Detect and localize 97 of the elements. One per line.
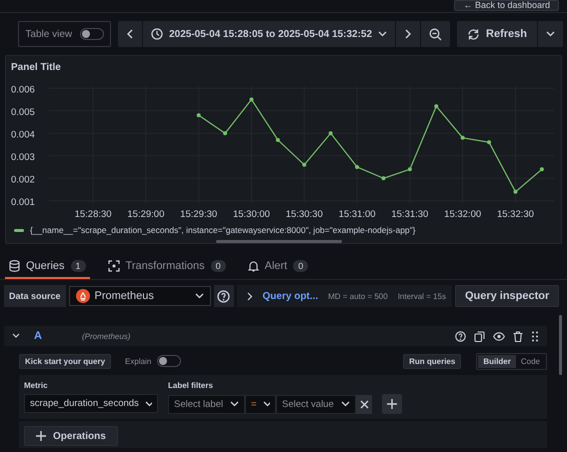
data-source-picker[interactable]: Prometheus xyxy=(68,286,211,306)
chevron-down-icon xyxy=(230,401,239,407)
plus-icon xyxy=(387,399,397,409)
remove-filter-button[interactable] xyxy=(356,394,372,414)
previous-range-button[interactable] xyxy=(118,21,142,47)
x-axis-label: 15:28:30 xyxy=(74,209,112,220)
clock-icon xyxy=(151,28,164,40)
help-icon[interactable] xyxy=(455,330,466,342)
data-point xyxy=(223,131,228,136)
transform-icon xyxy=(108,260,120,272)
query-inspector-button[interactable]: Query inspector xyxy=(454,285,560,307)
y-axis-label: 0.001 xyxy=(11,196,35,208)
data-point xyxy=(460,136,465,140)
y-axis-label: 0.003 xyxy=(11,152,35,163)
data-point xyxy=(487,140,492,144)
help-icon xyxy=(217,290,230,302)
operator-select[interactable]: = xyxy=(245,394,276,414)
next-range-button[interactable] xyxy=(396,21,420,47)
y-axis-label: 0.002 xyxy=(11,174,35,186)
zoom-out-icon xyxy=(429,28,442,40)
data-point xyxy=(196,113,201,118)
horizontal-scrollbar[interactable] xyxy=(216,240,342,243)
data-point xyxy=(249,98,254,102)
refresh-interval-dropdown[interactable] xyxy=(538,21,563,47)
x-axis-label: 15:29:00 xyxy=(127,209,164,220)
data-point xyxy=(540,167,544,172)
legend-label[interactable]: {__name__="scrape_duration_seconds", instance="gatewayservice:8000", job="example-nodejs-app"} xyxy=(30,225,416,235)
refresh-button[interactable]: Refresh xyxy=(457,21,537,47)
vertical-scrollbar[interactable] xyxy=(559,315,562,375)
copy-icon[interactable] xyxy=(474,330,485,342)
table-view-toggle[interactable]: Table view xyxy=(18,21,112,47)
x-axis-label: 15:31:30 xyxy=(391,209,428,220)
data-point xyxy=(408,167,412,172)
chevron-down-icon xyxy=(546,31,555,37)
chevron-left-icon xyxy=(126,29,134,39)
data-point xyxy=(355,165,360,169)
interval-text: Interval = 15s xyxy=(398,292,446,300)
mode-tab[interactable]: Code xyxy=(516,354,545,368)
data-source-label: Data source xyxy=(4,285,66,307)
mode-tab[interactable]: Builder xyxy=(478,354,516,368)
operations-button[interactable]: Operations xyxy=(24,426,118,446)
data-point xyxy=(381,176,386,180)
explain-toggle[interactable] xyxy=(157,355,182,367)
y-axis-label: 0.005 xyxy=(11,106,35,118)
x-axis-label: 15:29:30 xyxy=(180,209,218,220)
label-filters-label: Label filters xyxy=(168,381,214,390)
kick-start-button[interactable]: Kick start your query xyxy=(19,354,112,368)
value-select[interactable]: Select value xyxy=(276,394,356,414)
chevron-right-icon xyxy=(246,292,253,300)
close-icon xyxy=(360,400,368,408)
query-letter[interactable]: A xyxy=(34,330,74,342)
database-icon xyxy=(9,260,20,272)
chevron-right-icon xyxy=(404,29,412,39)
label-select[interactable]: Select label xyxy=(168,394,245,414)
chevron-down-icon xyxy=(144,400,152,406)
plus-icon xyxy=(36,431,46,441)
explain-label: Explain xyxy=(125,356,152,366)
run-queries-button[interactable]: Run queries xyxy=(403,354,462,368)
count-badge: 0 xyxy=(293,260,308,272)
zoom-out-button[interactable] xyxy=(421,21,450,47)
query-source-text: (Prometheus) xyxy=(82,332,130,340)
back-to-dashboard-button[interactable]: ← Back to dashboard xyxy=(454,0,559,11)
data-point xyxy=(513,190,518,194)
editor-tab[interactable]: Alert 0 xyxy=(244,254,312,279)
y-axis-label: 0.004 xyxy=(11,129,35,140)
count-badge: 0 xyxy=(210,260,226,272)
chevron-down-icon xyxy=(341,401,350,407)
query-options-link[interactable]: Query opt... xyxy=(262,290,318,302)
trash-icon[interactable] xyxy=(513,330,523,342)
x-axis-label: 15:32:00 xyxy=(444,209,482,220)
data-point xyxy=(434,104,438,108)
flame-logo-icon xyxy=(76,289,90,303)
panel-title: Panel Title xyxy=(11,62,61,73)
bell-icon xyxy=(248,260,259,272)
metric-label: Metric xyxy=(24,381,49,390)
x-axis-label: 15:30:00 xyxy=(232,209,270,220)
x-axis-label: 15:32:30 xyxy=(496,209,534,220)
data-point xyxy=(276,138,280,142)
chevron-down-icon xyxy=(194,293,204,299)
metric-select[interactable]: scrape_duration_seconds xyxy=(24,394,158,413)
add-filter-button[interactable] xyxy=(382,394,402,414)
eye-icon[interactable] xyxy=(493,332,505,340)
data-point xyxy=(328,131,333,136)
count-badge: 1 xyxy=(70,260,86,272)
x-axis-label: 15:31:00 xyxy=(338,209,376,220)
max-data-points-text: MD = auto = 500 xyxy=(328,292,388,300)
drag-handle-icon[interactable] xyxy=(531,330,539,342)
collapse-chevron-icon[interactable] xyxy=(12,333,20,339)
help-button[interactable] xyxy=(214,285,234,307)
x-axis-label: 15:30:30 xyxy=(286,209,323,220)
chevron-down-icon xyxy=(378,31,388,37)
time-range-picker[interactable]: 2025-05-04 15:28:05 to 2025-05-04 15:32:52 xyxy=(143,21,396,47)
editor-tab[interactable]: Transformations 0 xyxy=(104,254,230,279)
data-point xyxy=(302,162,306,167)
chevron-down-icon xyxy=(262,401,270,407)
y-axis-label: 0.006 xyxy=(11,84,35,96)
refresh-icon xyxy=(467,28,480,40)
